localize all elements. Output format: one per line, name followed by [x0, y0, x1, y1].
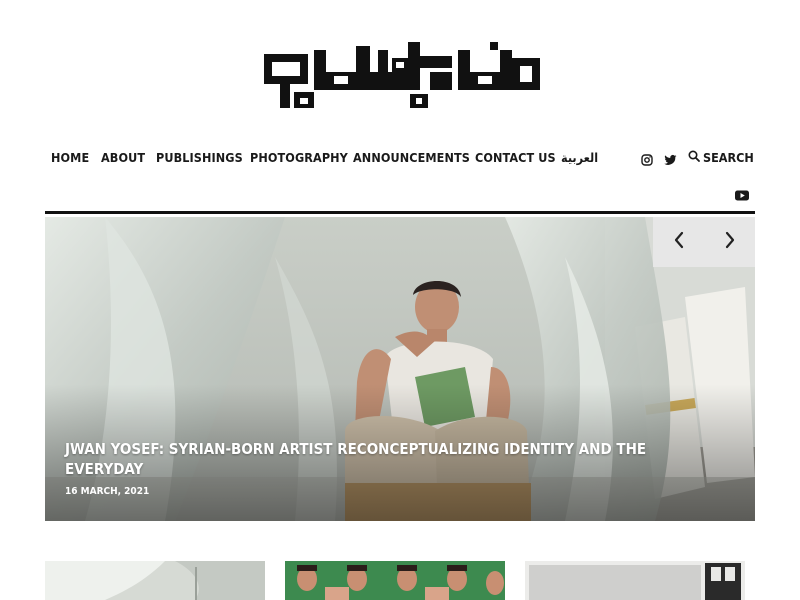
chevron-right-icon — [724, 231, 736, 253]
nav-publishings[interactable]: PUBLISHINGS — [156, 150, 243, 165]
youtube-icon[interactable] — [735, 186, 749, 205]
hero-date: 16 MARCH, 2021 — [65, 486, 150, 497]
nav-photography[interactable]: PHOTOGRAPHY — [250, 150, 348, 165]
post-card-1[interactable] — [45, 561, 265, 600]
chevron-left-icon — [673, 231, 685, 253]
header-divider — [45, 211, 755, 214]
nav-about[interactable]: ABOUT — [101, 150, 145, 165]
nav-contact-us[interactable]: CONTACT US — [475, 150, 556, 165]
instagram-icon[interactable] — [641, 151, 653, 170]
search-icon — [688, 150, 700, 165]
slider-next-button[interactable] — [704, 217, 755, 267]
hero-slide[interactable]: JWAN YOSEF: SYRIAN-BORN ARTIST RECONCEPT… — [45, 217, 755, 521]
nav-arabic[interactable]: العربية — [561, 150, 598, 165]
main-nav: HOME ABOUT PUBLISHINGS PHOTOGRAPHY ANNOU… — [45, 146, 755, 170]
site-logo[interactable] — [262, 36, 542, 110]
slider-prev-button[interactable] — [653, 217, 704, 267]
nav-home[interactable]: HOME — [51, 150, 89, 165]
post-card-3-image — [525, 561, 745, 600]
twitter-icon[interactable] — [664, 151, 677, 170]
search-button[interactable]: SEARCH — [688, 150, 754, 165]
post-card-2-image — [285, 561, 505, 600]
search-label: SEARCH — [703, 150, 754, 165]
post-card-1-image — [45, 561, 265, 600]
hero-title[interactable]: JWAN YOSEF: SYRIAN-BORN ARTIST RECONCEPT… — [65, 439, 665, 479]
nav-announcements[interactable]: ANNOUNCEMENTS — [353, 150, 470, 165]
post-card-2[interactable] — [285, 561, 505, 600]
post-card-3[interactable] — [525, 561, 745, 600]
